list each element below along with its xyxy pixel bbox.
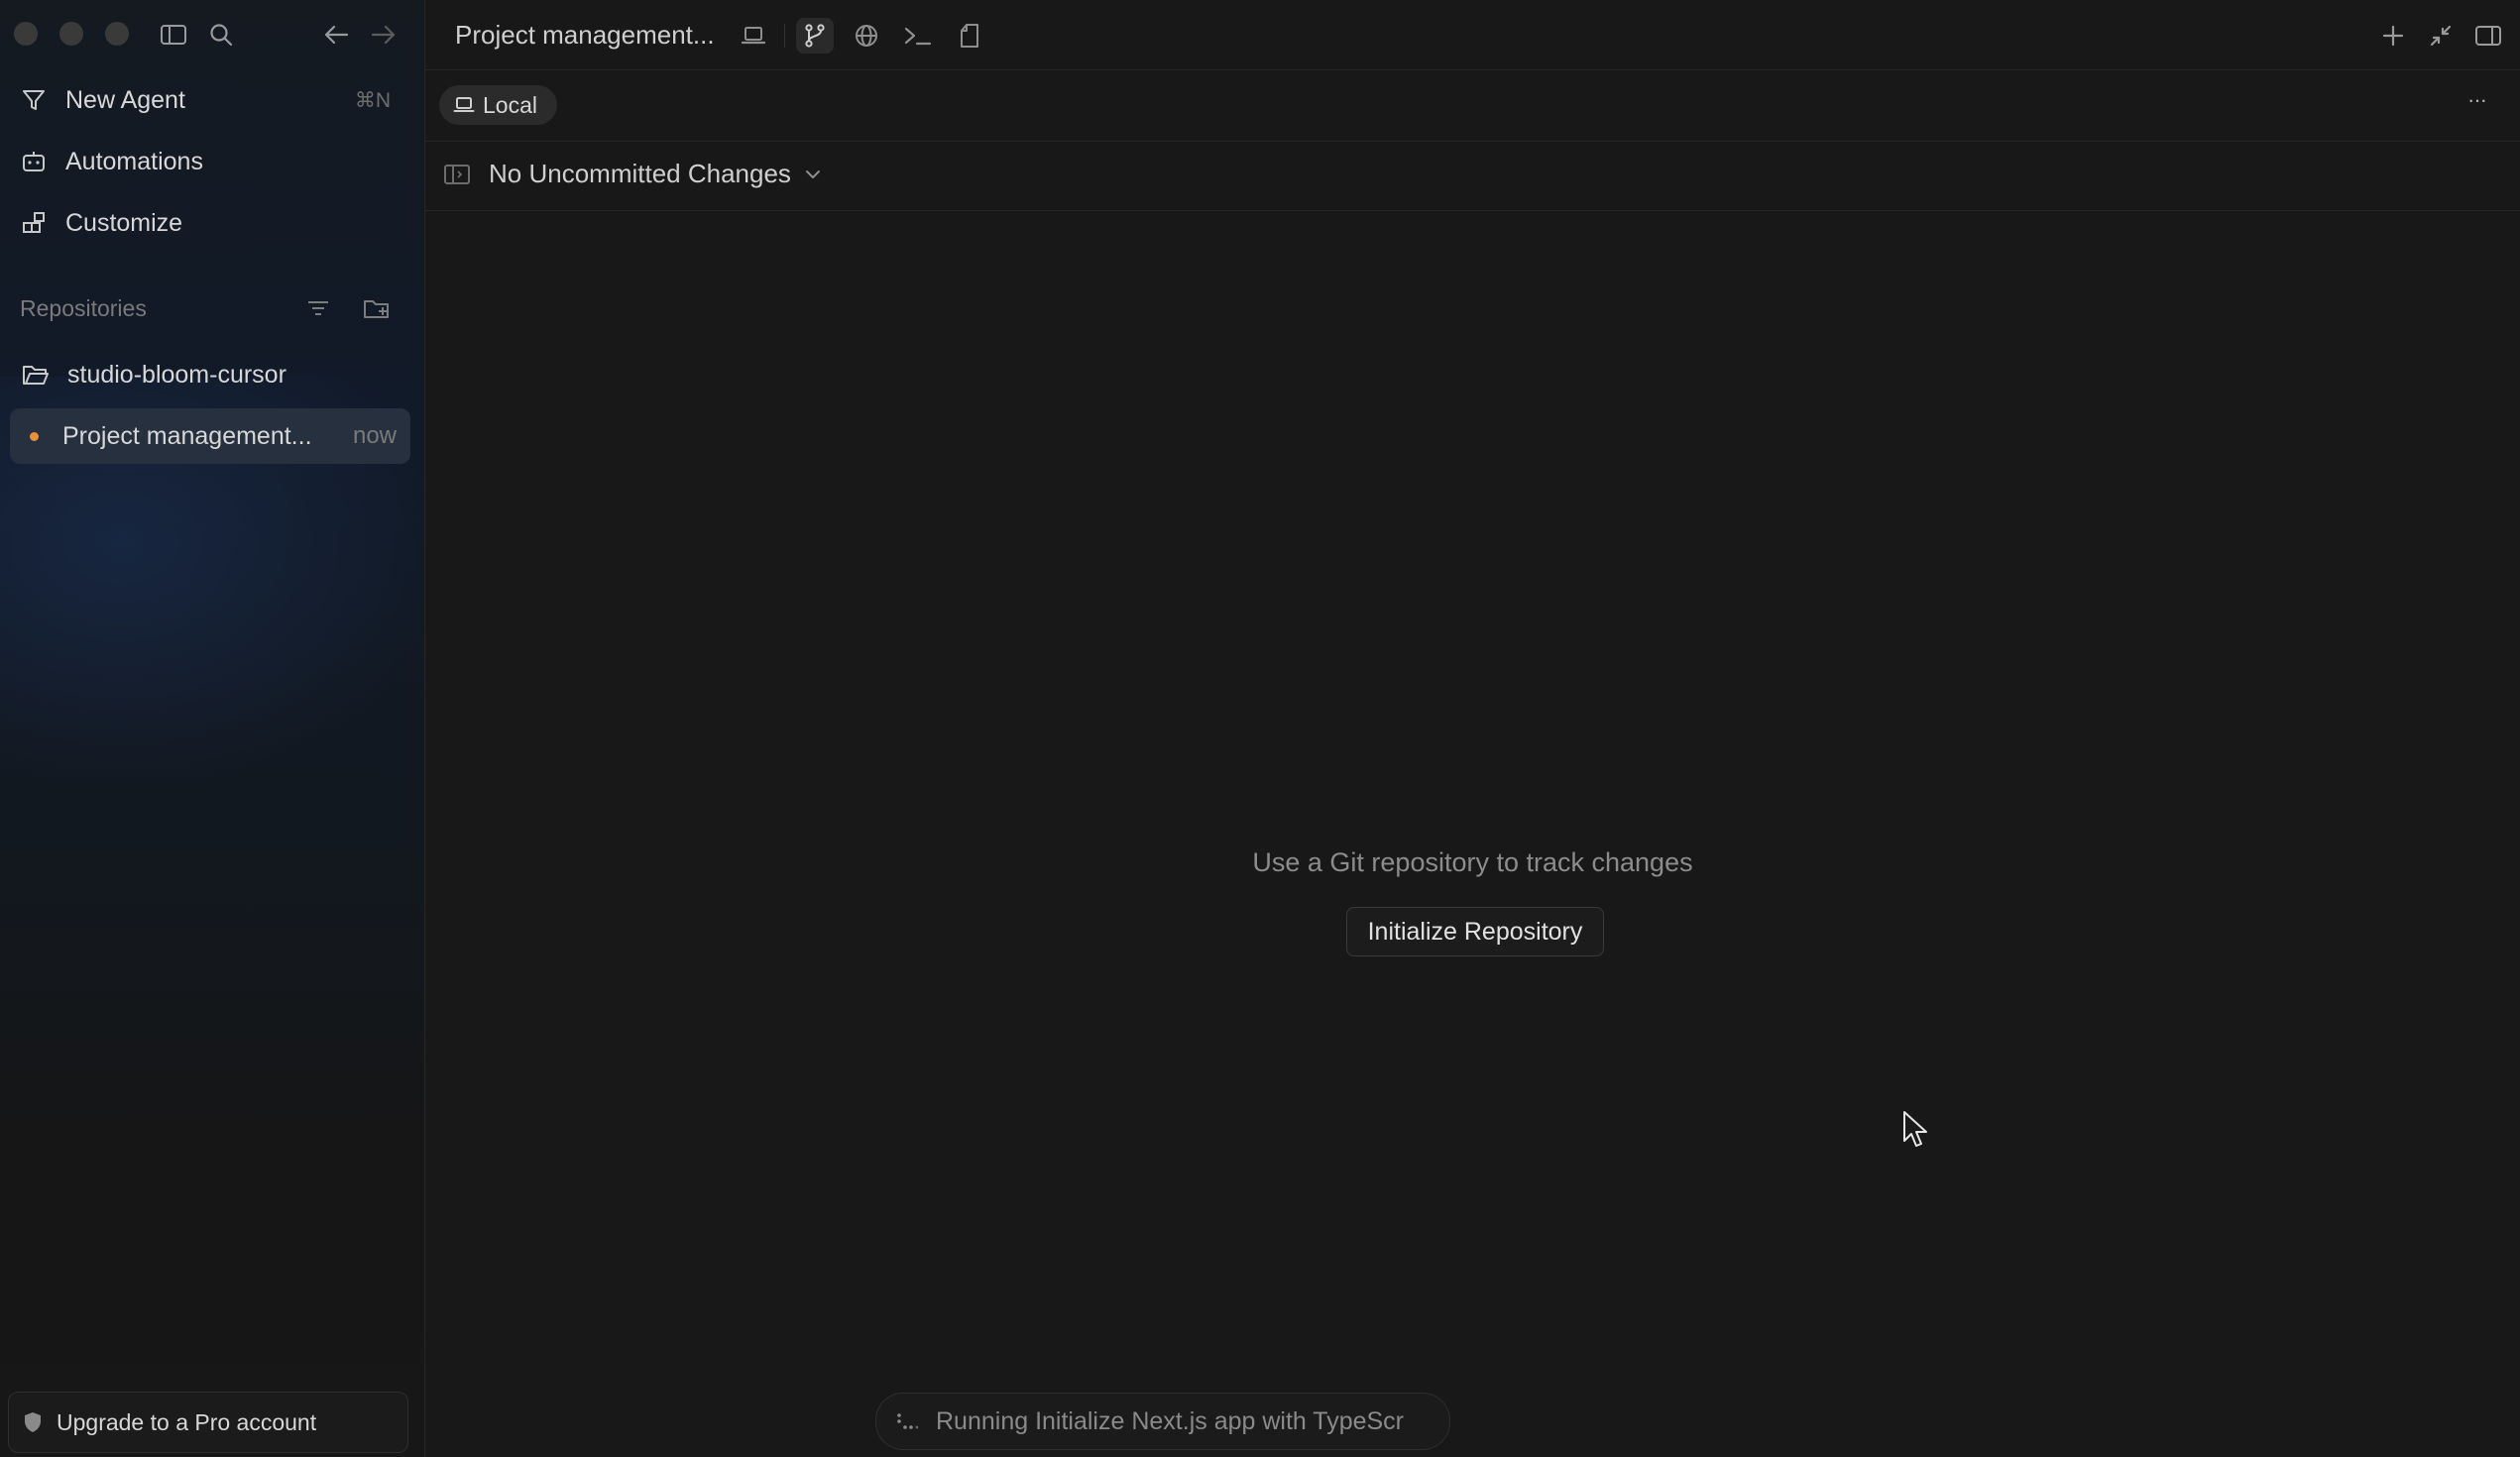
- git-branch-icon[interactable]: [796, 18, 834, 54]
- sidebar-toggle-icon[interactable]: [157, 18, 190, 52]
- folder-open-icon: [18, 357, 54, 392]
- repo-name: Project management...: [62, 421, 312, 450]
- toolbar-divider-line: [425, 141, 2520, 142]
- new-agent-label: New Agent: [65, 85, 185, 114]
- globe-icon[interactable]: [848, 18, 885, 54]
- back-arrow-icon[interactable]: [319, 18, 353, 52]
- blocks-icon: [16, 205, 52, 241]
- header-divider: [425, 69, 2520, 70]
- environment-label: Local: [483, 91, 537, 118]
- repositories-heading: Repositories: [20, 295, 147, 321]
- repo-item-active[interactable]: Project management... now: [10, 408, 410, 464]
- environment-chip[interactable]: Local: [439, 85, 557, 125]
- shield-icon: [23, 1411, 43, 1433]
- repo-item[interactable]: studio-bloom-cursor: [10, 347, 410, 402]
- page-title: Project management...: [455, 20, 715, 50]
- laptop-icon: [453, 96, 475, 114]
- window-close-button[interactable]: [14, 22, 38, 46]
- repo-time: now: [352, 422, 397, 449]
- more-options-button[interactable]: ···: [2467, 87, 2487, 113]
- window-zoom-button[interactable]: [105, 22, 129, 46]
- upgrade-button[interactable]: Upgrade to a Pro account: [8, 1392, 408, 1453]
- changes-label: No Uncommitted Changes: [489, 159, 791, 188]
- robot-icon: [16, 144, 52, 179]
- automations-label: Automations: [65, 147, 203, 175]
- changes-dropdown[interactable]: No Uncommitted Changes: [443, 159, 821, 189]
- laptop-icon[interactable]: [735, 18, 772, 54]
- new-agent-button[interactable]: New Agent ⌘N: [16, 73, 408, 127]
- diff-panel-icon: [443, 163, 471, 186]
- status-dot: [30, 431, 39, 441]
- collapse-icon[interactable]: [2422, 18, 2460, 54]
- toolbar-divider: [784, 24, 785, 48]
- document-icon[interactable]: [951, 18, 988, 54]
- changes-divider: [425, 210, 2520, 211]
- status-text: Running Initialize Next.js app with Type…: [936, 1406, 1404, 1435]
- running-task-status[interactable]: Running Initialize Next.js app with Type…: [875, 1393, 1450, 1450]
- filter-funnel-icon: [16, 82, 52, 118]
- automations-button[interactable]: Automations: [16, 135, 408, 188]
- filter-lines-icon[interactable]: [305, 295, 331, 321]
- main-panel: Project management... Local ··· No Uncom…: [425, 0, 2520, 1457]
- terminal-icon[interactable]: [899, 18, 937, 54]
- sidebar-right-icon[interactable]: [2469, 18, 2507, 54]
- search-icon[interactable]: [204, 18, 238, 52]
- repo-name: studio-bloom-cursor: [67, 360, 286, 389]
- window-minimize-button[interactable]: [59, 22, 83, 46]
- forward-arrow-icon[interactable]: [367, 18, 401, 52]
- sidebar: New Agent ⌘N Automations Customize Repos…: [0, 0, 425, 1457]
- add-folder-icon[interactable]: [363, 295, 391, 321]
- mouse-pointer-icon: [1901, 1110, 1929, 1150]
- upgrade-label: Upgrade to a Pro account: [57, 1408, 317, 1435]
- initialize-repository-button[interactable]: Initialize Repository: [1346, 907, 1604, 956]
- chevron-down-icon: [805, 168, 821, 180]
- customize-label: Customize: [65, 208, 183, 237]
- empty-state-message: Use a Git repository to track changes: [1252, 847, 1693, 877]
- spinner-icon: [896, 1412, 918, 1430]
- plus-icon[interactable]: [2374, 18, 2412, 54]
- new-agent-shortcut: ⌘N: [354, 88, 391, 112]
- customize-button[interactable]: Customize: [16, 196, 408, 250]
